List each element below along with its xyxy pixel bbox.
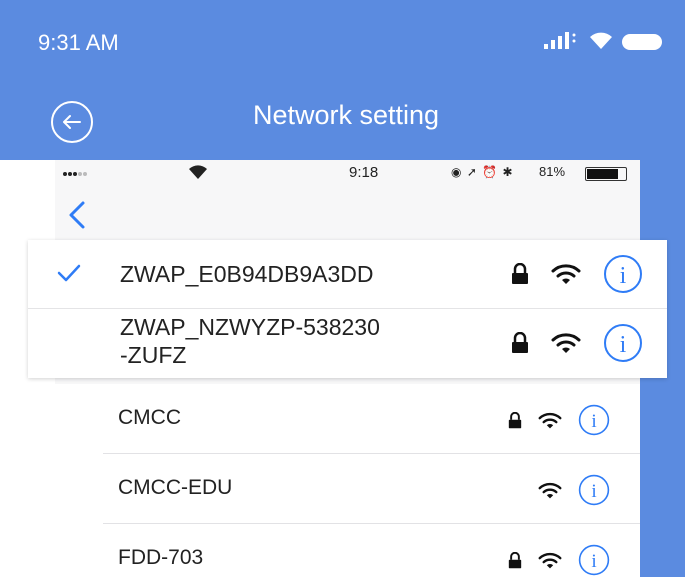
- location-icon: ➚: [466, 165, 478, 179]
- bluetooth-icon: ✱: [502, 165, 514, 179]
- network-name: ZWAP_E0B94DB9A3DD: [120, 261, 374, 287]
- network-status-icons: i: [511, 323, 643, 363]
- svg-text:i: i: [591, 481, 596, 502]
- info-button[interactable]: i: [578, 474, 610, 506]
- network-name: FDD-703: [118, 546, 204, 569]
- phone-status-bar: 9:18 ◉ ➚ ⏰ ✱ 81%: [55, 160, 640, 188]
- phone-signal-icon: [63, 172, 87, 176]
- wifi-icon: [538, 482, 562, 498]
- svg-text:i: i: [620, 263, 627, 289]
- cellular-signal-icon: [544, 32, 576, 49]
- selected-network-card: ZWAP_E0B94DB9A3DD i ZWAP_NZWYZP-538230 -…: [28, 240, 667, 378]
- network-row-content: FDD-703 i: [103, 524, 640, 577]
- network-name: CMCC-EDU: [118, 476, 233, 499]
- lock-icon: [508, 411, 522, 428]
- phone-time: 9:18: [349, 164, 379, 181]
- phone-battery-percent: 81%: [539, 164, 566, 179]
- network-name-line: ZWAP_NZWYZP-538230: [120, 314, 380, 340]
- status-bar: 9:31 AM: [0, 0, 685, 80]
- network-name: ZWAP_NZWYZP-538230 -ZUFZ: [120, 313, 380, 369]
- info-button[interactable]: i: [578, 404, 610, 436]
- network-row-content: CMCC i: [103, 384, 640, 454]
- network-name: CMCC: [118, 406, 181, 429]
- wifi-icon: [551, 333, 581, 353]
- battery-icon: [622, 34, 662, 50]
- lock-icon: [508, 551, 522, 568]
- network-row[interactable]: ZWAP_E0B94DB9A3DD i: [28, 240, 667, 309]
- network-row[interactable]: CMCC i: [55, 384, 640, 454]
- wifi-icon: [551, 264, 581, 284]
- network-row[interactable]: FDD-703 i: [55, 524, 640, 577]
- network-status-icons: i: [508, 544, 610, 576]
- lock-icon: [512, 332, 528, 353]
- network-status-icons: i: [511, 254, 643, 294]
- network-name-line: -ZUFZ: [120, 342, 187, 368]
- svg-text:i: i: [620, 332, 627, 358]
- wifi-icon: [590, 32, 612, 49]
- alarm-icon: ⏰: [482, 165, 499, 179]
- network-status-icons: i: [538, 474, 610, 506]
- status-time: 9:31 AM: [38, 30, 119, 55]
- network-row[interactable]: ZWAP_NZWYZP-538230 -ZUFZ i: [28, 309, 667, 378]
- phone-battery-icon: [585, 167, 627, 181]
- phone-back-chevron-icon[interactable]: [65, 200, 89, 230]
- svg-text:i: i: [591, 411, 596, 432]
- phone-status-icons: ◉ ➚ ⏰ ✱: [451, 165, 514, 179]
- network-row[interactable]: CMCC-EDU i: [55, 454, 640, 524]
- lock-icon: [512, 263, 528, 284]
- lock-rotation-icon: ◉: [451, 165, 463, 179]
- checkmark-icon: [57, 264, 81, 282]
- app-header: 9:31 AM Network setting: [0, 0, 685, 160]
- nav-bar: Network setting: [0, 80, 685, 160]
- wifi-icon: [538, 552, 562, 568]
- info-button[interactable]: i: [603, 323, 643, 363]
- network-status-icons: i: [508, 404, 610, 436]
- info-button[interactable]: i: [578, 544, 610, 576]
- phone-wifi-icon: [189, 165, 207, 179]
- phone-battery-fill: [587, 169, 618, 179]
- network-list: CMCC i CMCC-EDU i FDD-703 i: [55, 384, 640, 577]
- svg-text:i: i: [591, 551, 596, 572]
- page-title: Network setting: [252, 100, 440, 130]
- wifi-icon: [538, 412, 562, 428]
- network-row-content: CMCC-EDU i: [103, 454, 640, 524]
- info-button[interactable]: i: [603, 254, 643, 294]
